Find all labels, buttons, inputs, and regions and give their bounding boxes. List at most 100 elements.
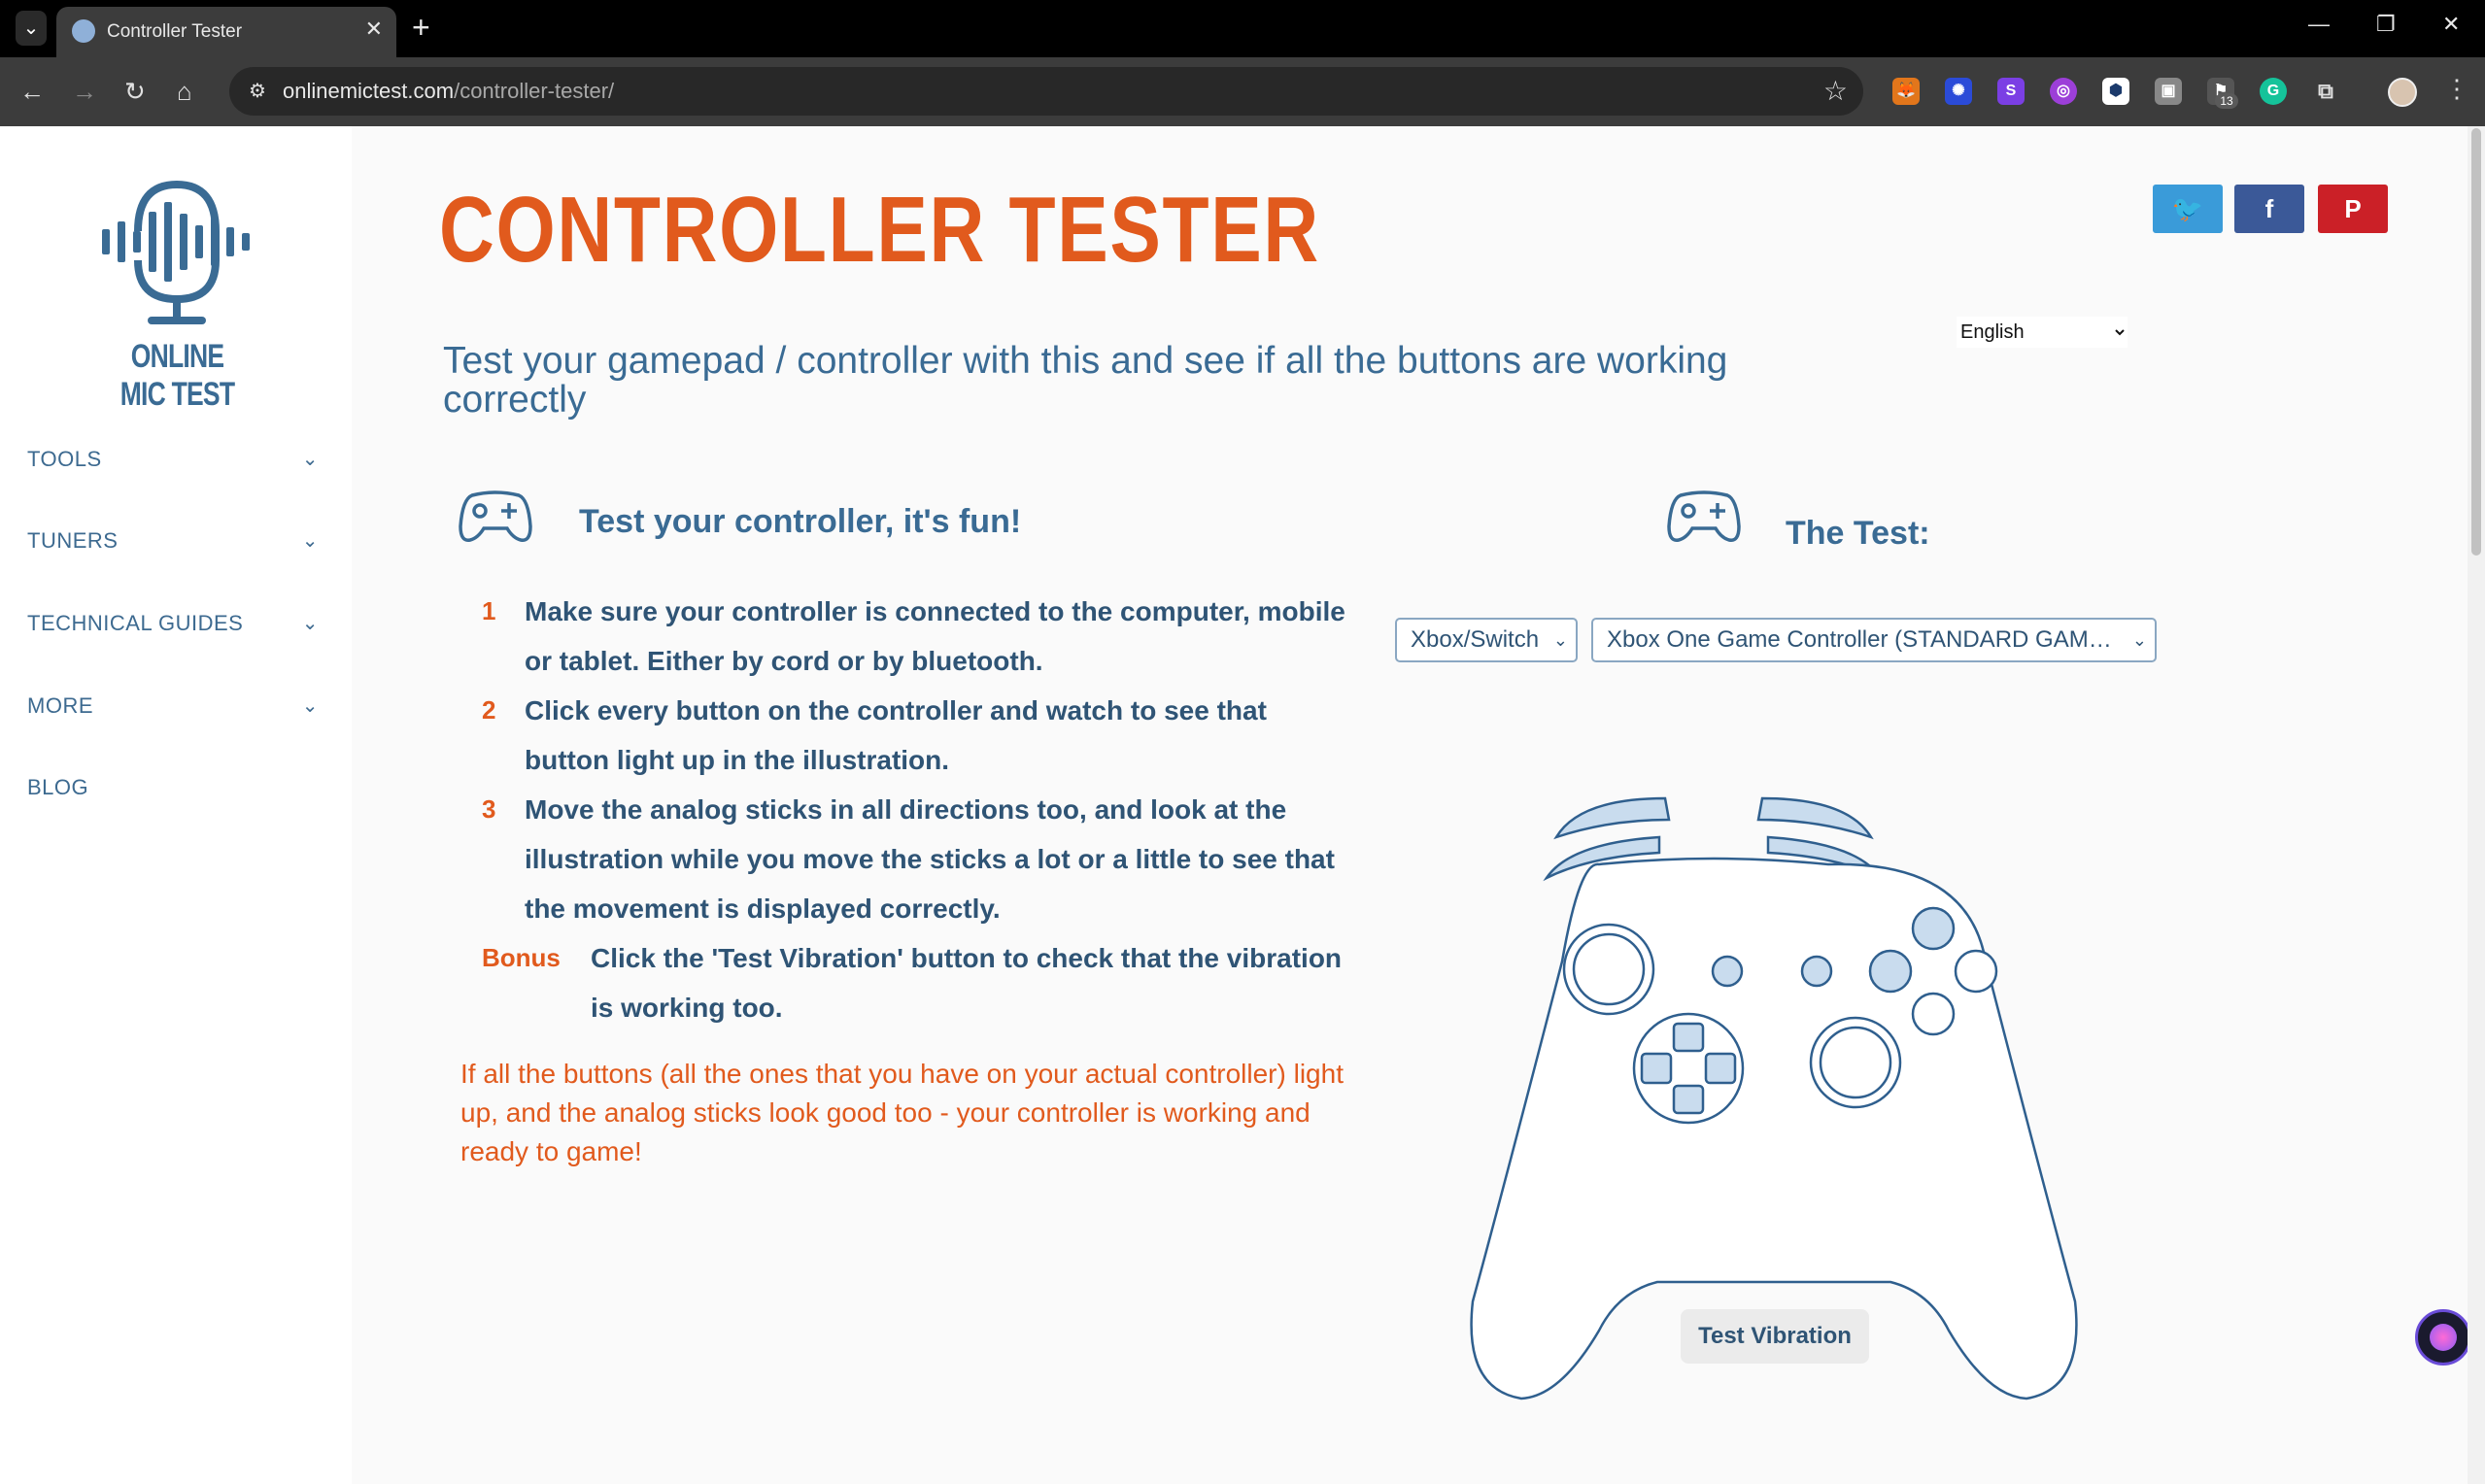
sidebar-item-technical-guides[interactable]: TECHNICAL GUIDES ⌄ — [27, 602, 319, 645]
right-stick — [1819, 1026, 1892, 1099]
gamepad-icon — [459, 490, 532, 542]
step-text: Move the analog sticks in all directions… — [525, 794, 1335, 924]
list-item: 2 Click every button on the controller a… — [482, 686, 1356, 785]
chevron-down-icon: ⌄ — [301, 449, 319, 470]
view-button — [1711, 955, 1744, 988]
assistant-widget-button[interactable] — [2415, 1309, 2471, 1366]
browser-toolbar: ← → ↻ ⌂ ⚙ onlinemictest.com/controller-t… — [0, 57, 2485, 126]
s-extension-icon[interactable]: S — [1997, 78, 2025, 105]
camera-extension-icon[interactable]: ▣ — [2155, 78, 2182, 105]
sidebar-item-label: MORE — [27, 693, 93, 718]
list-item: Bonus Click the 'Test Vibration' button … — [482, 933, 1356, 1032]
facebook-icon: f — [2264, 194, 2274, 223]
grammarly-extension-icon[interactable]: G — [2260, 78, 2287, 105]
page-scrollbar[interactable] — [2468, 126, 2485, 1484]
sidebar: ONLINE MIC TEST TOOLS ⌄ TUNERS ⌄ TECHNIC… — [0, 126, 352, 1484]
instruction-list: 1 Make sure your controller is connected… — [482, 587, 1356, 1032]
new-tab-button[interactable]: + — [412, 10, 430, 45]
chevron-down-icon: ⌄ — [1552, 630, 1568, 650]
sidebar-item-label: TECHNICAL GUIDES — [27, 611, 244, 635]
success-note: If all the buttons (all the ones that yo… — [460, 1059, 1344, 1166]
hex-extension-icon[interactable]: ⬢ — [2102, 78, 2129, 105]
y-button — [1911, 906, 1956, 951]
page-content: ONLINE MIC TEST TOOLS ⌄ TUNERS ⌄ TECHNIC… — [0, 126, 2485, 1484]
left-stick — [1572, 932, 1646, 1006]
page-title: CONTROLLER TESTER — [439, 178, 1320, 282]
bookmark-star-icon[interactable]: ☆ — [1823, 75, 1848, 107]
chevron-down-icon: ⌄ — [301, 530, 319, 552]
twitter-icon: 🐦 — [2171, 194, 2204, 223]
pinterest-icon: P — [2344, 194, 2362, 223]
restore-icon[interactable]: ❐ — [2376, 12, 2396, 37]
list-item: 3 Move the analog sticks in all directio… — [482, 785, 1356, 933]
tab-close-icon[interactable]: ✕ — [365, 17, 383, 42]
address-bar[interactable]: ⚙ onlinemictest.com/controller-tester/ ☆ — [229, 67, 1863, 116]
step-text: Make sure your controller is connected t… — [525, 596, 1345, 676]
twitter-share-button[interactable]: 🐦 — [2153, 185, 2223, 233]
active-tab[interactable]: Controller Tester ✕ — [56, 7, 396, 57]
reload-icon[interactable]: ↻ — [124, 74, 146, 109]
step-number: 1 — [482, 596, 496, 625]
a-button — [1911, 992, 1956, 1036]
back-icon[interactable]: ← — [19, 74, 45, 109]
brain-icon — [2430, 1324, 2457, 1351]
right-trigger — [1756, 796, 1874, 840]
controller-select[interactable]: Xbox One Game Controller (STANDARD GAM… … — [1591, 618, 2157, 662]
tab-title: Controller Tester — [107, 21, 243, 42]
facebook-share-button[interactable]: f — [2234, 185, 2304, 233]
sidebar-item-label: TUNERS — [27, 528, 119, 553]
browser-menu-icon[interactable]: ⋮ — [2444, 74, 2469, 104]
platform-select-value: Xbox/Switch — [1411, 626, 1540, 653]
window-close-icon[interactable]: ✕ — [2442, 12, 2460, 37]
sidebar-item-tools[interactable]: TOOLS ⌄ — [27, 438, 319, 481]
step-text: Click every button on the controller and… — [525, 695, 1267, 775]
x-button — [1868, 949, 1913, 994]
pinterest-share-button[interactable]: P — [2318, 185, 2388, 233]
dpad-right — [1704, 1052, 1737, 1085]
gamepad-icon — [1667, 490, 1741, 542]
test-heading: The Test: — [1786, 515, 1930, 552]
chevron-down-icon: ⌄ — [301, 695, 319, 717]
language-select[interactable]: English — [1957, 317, 2128, 348]
list-item: 1 Make sure your controller is connected… — [482, 587, 1356, 686]
browser-tabbar: ⌄ Controller Tester ✕ + — ❐ ✕ — [0, 0, 2485, 57]
chevron-down-icon: ⌄ — [2131, 630, 2147, 650]
test-vibration-button[interactable]: Test Vibration — [1681, 1309, 1869, 1364]
dpad-left — [1640, 1052, 1673, 1085]
extension-badge: 13 — [2215, 93, 2238, 109]
platform-select[interactable]: Xbox/Switch ⌄ — [1395, 618, 1578, 662]
dpad-down — [1672, 1084, 1705, 1115]
sidebar-item-tuners[interactable]: TUNERS ⌄ — [27, 520, 319, 562]
instructions-heading: Test your controller, it's fun! — [579, 503, 1022, 540]
page-subtitle: Test your gamepad / controller with this… — [443, 340, 1728, 421]
dpad-up — [1672, 1022, 1705, 1053]
menu-button — [1800, 955, 1833, 988]
sparkle-extension-icon[interactable]: ✺ — [1945, 78, 1972, 105]
b-button — [1954, 949, 1998, 994]
site-logo[interactable]: ONLINE MIC TEST — [87, 173, 267, 413]
controller-select-value: Xbox One Game Controller (STANDARD GAM… — [1607, 626, 2112, 653]
scrollbar-thumb[interactable] — [2471, 128, 2481, 556]
sidebar-item-more[interactable]: MORE ⌄ — [27, 685, 319, 727]
url-text: onlinemictest.com/controller-tester/ — [283, 79, 615, 103]
tab-search-button[interactable]: ⌄ — [16, 11, 47, 46]
step-number: Bonus — [482, 943, 561, 972]
microphone-logo-icon — [102, 180, 250, 324]
extensions-puzzle-icon[interactable]: ⧉ — [2312, 78, 2339, 105]
metamask-extension-icon[interactable]: 🦊 — [1892, 78, 1920, 105]
site-favicon-icon — [72, 19, 95, 43]
profile-avatar[interactable] — [2388, 78, 2417, 107]
circle-extension-icon[interactable]: ◎ — [2050, 78, 2077, 105]
forward-icon[interactable]: → — [72, 74, 97, 109]
home-icon[interactable]: ⌂ — [177, 74, 192, 109]
site-info-icon[interactable]: ⚙ — [243, 77, 272, 106]
sidebar-item-label: BLOG — [27, 775, 89, 799]
logo-text: ONLINE MIC TEST — [119, 338, 235, 413]
chevron-down-icon: ⌄ — [301, 613, 319, 634]
sidebar-item-blog[interactable]: BLOG — [27, 766, 319, 809]
step-number: 2 — [482, 695, 496, 725]
sidebar-item-label: TOOLS — [27, 447, 102, 471]
minimize-icon[interactable]: — — [2308, 12, 2330, 37]
step-text: Click the 'Test Vibration' button to che… — [591, 943, 1343, 1023]
left-trigger — [1553, 796, 1671, 840]
